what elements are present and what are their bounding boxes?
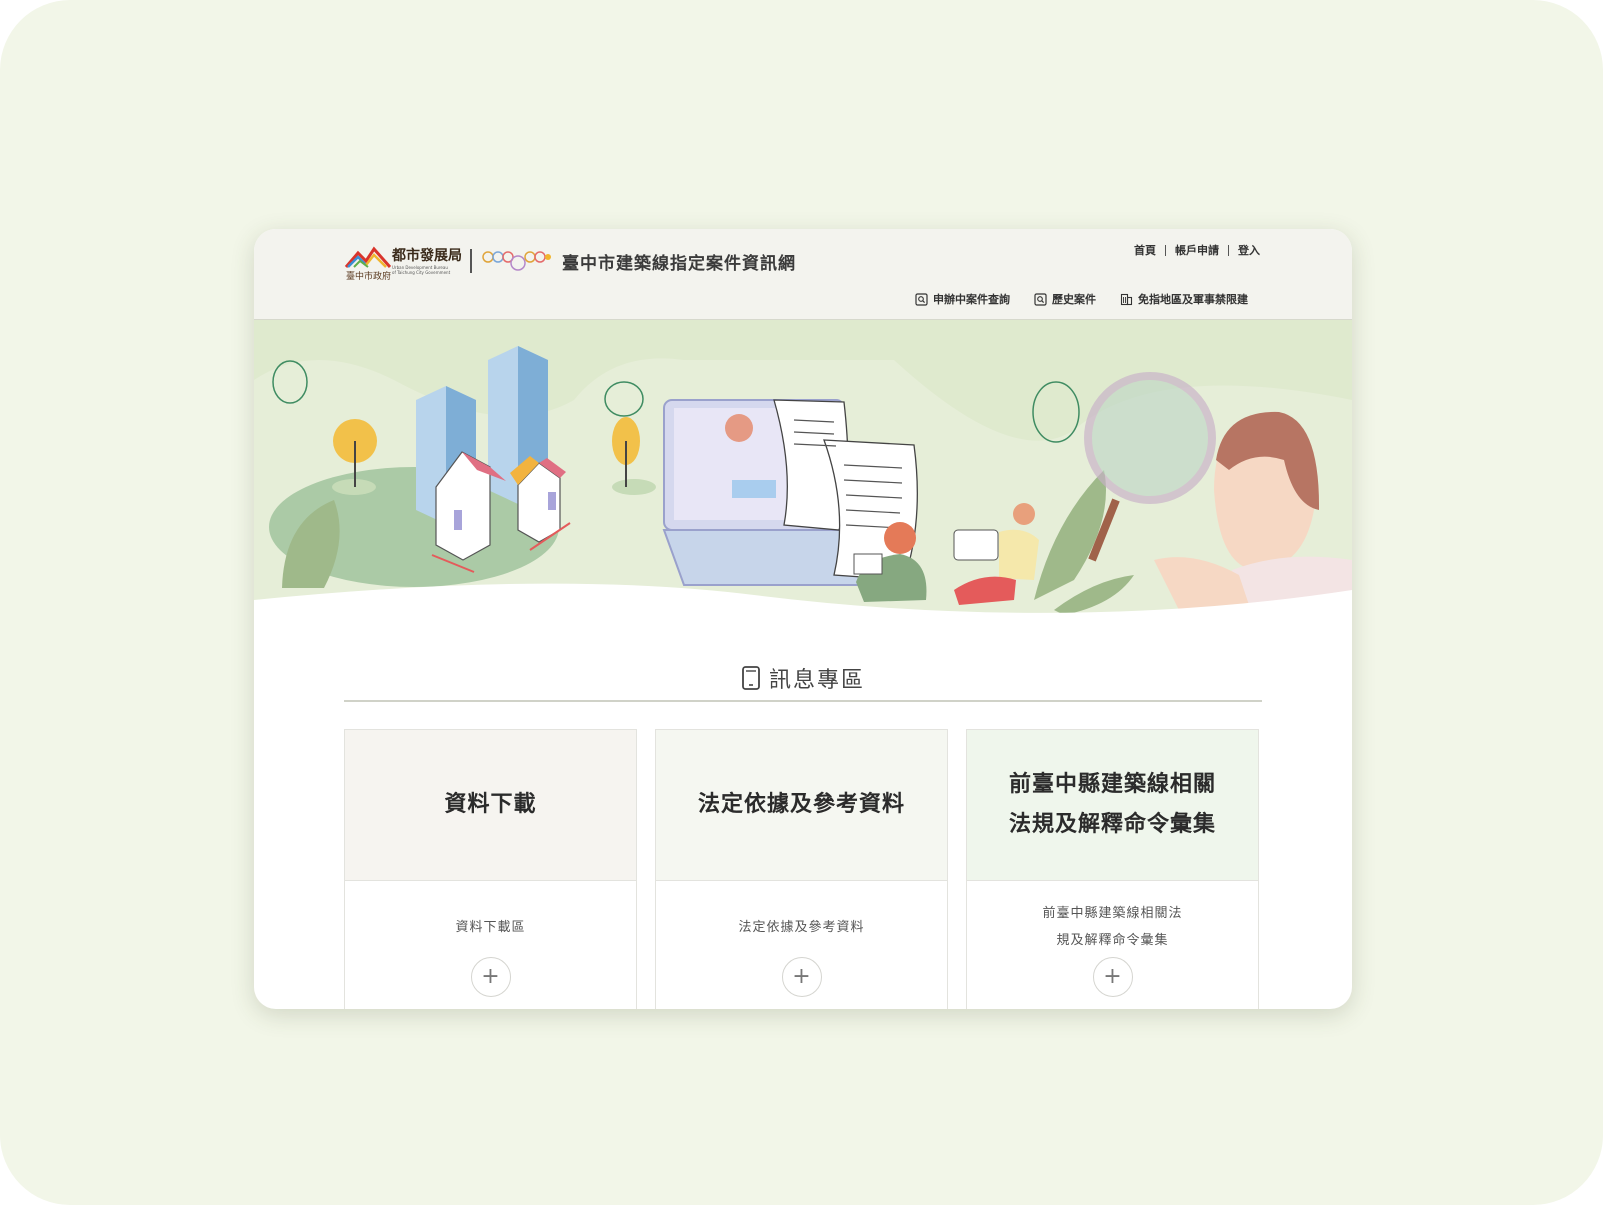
expand-button[interactable]: + bbox=[470, 957, 511, 997]
browser-window: 臺中市政府 都市發展局 Urban Development Bureau of … bbox=[254, 229, 1352, 1009]
expand-button[interactable]: + bbox=[781, 957, 822, 997]
nav-label: 歷史案件 bbox=[1052, 293, 1096, 306]
card-description: 法定依據及參考資料 bbox=[738, 919, 865, 935]
bureau-name: 都市發展局 bbox=[392, 248, 462, 264]
search-doc-icon bbox=[1034, 292, 1047, 306]
card-legal-references[interactable]: 法定依據及參考資料 法定依據及參考資料 + bbox=[655, 729, 948, 1009]
gov-name: 臺中市政府 bbox=[346, 272, 392, 282]
home-link[interactable]: 首頁 bbox=[1134, 242, 1156, 258]
site-header: 臺中市政府 都市發展局 Urban Development Bureau of … bbox=[254, 229, 1352, 320]
card-title: 前臺中縣建築線相關 法規及解釋命令彙集 bbox=[1008, 772, 1216, 837]
nav-pending-cases[interactable]: 申辦中案件查詢 bbox=[915, 291, 1010, 307]
card-title: 法定依據及參考資料 bbox=[697, 792, 905, 817]
hero-illustration bbox=[254, 320, 1352, 640]
card-header: 資料下載 bbox=[345, 730, 636, 881]
plus-icon: + bbox=[481, 964, 500, 989]
nav-label: 免指地區及軍事禁限建 bbox=[1138, 293, 1248, 306]
city-2050-logo-icon bbox=[482, 251, 551, 271]
link-separator bbox=[1165, 244, 1166, 256]
top-links: 首頁 帳戶申請 登入 bbox=[1134, 242, 1260, 258]
search-doc-icon bbox=[915, 292, 928, 306]
card-description: 前臺中縣建築線相關法 規及解釋命令彙集 bbox=[1042, 906, 1183, 948]
building-icon bbox=[1120, 293, 1133, 305]
site-title[interactable]: 臺中市建築線指定案件資訊網 bbox=[562, 249, 796, 274]
card-description: 資料下載區 bbox=[455, 919, 526, 935]
card-header: 法定依據及參考資料 bbox=[656, 730, 947, 881]
section-divider bbox=[344, 700, 1262, 702]
section-title: 訊息專區 bbox=[768, 668, 865, 693]
sub-nav: 申辦中案件查詢 歷史案件 免指地區及軍事禁限建 bbox=[915, 291, 1248, 307]
link-separator bbox=[1228, 244, 1229, 256]
account-apply-link[interactable]: 帳戶申請 bbox=[1175, 242, 1219, 258]
bureau-logo[interactable]: 臺中市政府 都市發展局 Urban Development Bureau of … bbox=[344, 243, 462, 283]
card-data-download[interactable]: 資料下載 資料下載區 + bbox=[344, 729, 637, 1009]
logo-divider bbox=[470, 249, 472, 273]
nav-history-cases[interactable]: 歷史案件 bbox=[1034, 291, 1096, 307]
card-header: 前臺中縣建築線相關 法規及解釋命令彙集 bbox=[967, 730, 1258, 881]
plus-icon: + bbox=[792, 964, 811, 989]
card-title: 資料下載 bbox=[444, 792, 537, 817]
login-link[interactable]: 登入 bbox=[1238, 242, 1260, 258]
nav-exempt-areas[interactable]: 免指地區及軍事禁限建 bbox=[1120, 291, 1248, 307]
plus-icon: + bbox=[1103, 964, 1122, 989]
nav-label: 申辦中案件查詢 bbox=[933, 293, 1010, 306]
tablet-icon bbox=[742, 666, 760, 690]
expand-button[interactable]: + bbox=[1092, 957, 1133, 997]
news-section-heading: 訊息專區 bbox=[254, 662, 1352, 694]
bureau-english: Urban Development Bureau of Taichung Cit… bbox=[392, 265, 451, 275]
card-former-county-regulations[interactable]: 前臺中縣建築線相關 法規及解釋命令彙集 前臺中縣建築線相關法 規及解釋命令彙集 … bbox=[966, 729, 1259, 1009]
